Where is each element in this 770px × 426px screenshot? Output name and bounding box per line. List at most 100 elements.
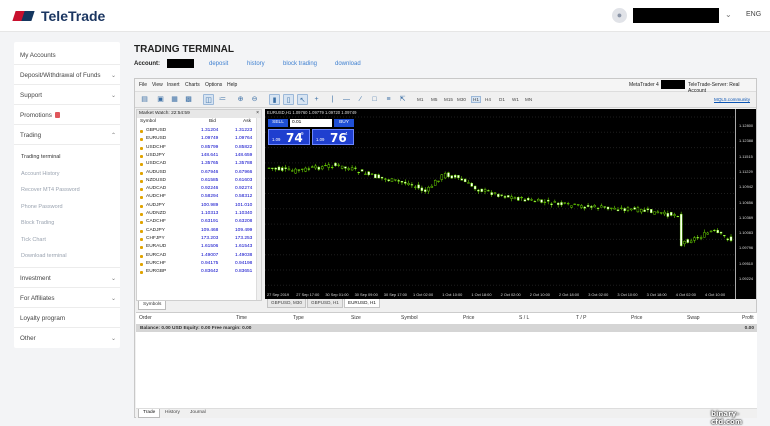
user-icon[interactable]: ● — [612, 8, 627, 23]
arrow-icon[interactable]: ⇱ — [397, 94, 408, 105]
new-chart-icon[interactable]: ▤ — [139, 94, 150, 105]
sell-price-box[interactable]: 1.09 74 9 — [268, 129, 310, 145]
sub-item-recover-password[interactable]: Recover MT4 Password — [21, 187, 80, 193]
market-watch-row[interactable]: USDCHF 0.85799 0.85822 — [137, 144, 255, 152]
col-time[interactable]: Time — [236, 315, 247, 321]
col-tp[interactable]: T / P — [576, 315, 586, 321]
market-watch-row[interactable]: EURCHF 0.94175 0.94198 — [137, 260, 255, 268]
tf-mn[interactable]: MN — [525, 97, 532, 102]
sub-item-tick-chart[interactable]: Tick Chart — [21, 237, 46, 243]
cursor-icon[interactable]: ↖ — [297, 94, 308, 105]
tab-history[interactable]: History — [161, 409, 184, 418]
tab-journal[interactable]: Journal — [186, 409, 210, 418]
market-watch-row[interactable]: CADJPY 109.468 109.499 — [137, 227, 255, 235]
market-watch-icon[interactable]: ◫ — [203, 94, 214, 105]
col-bid[interactable]: Bid — [209, 119, 216, 124]
sub-item-download-terminal[interactable]: Download terminal — [21, 253, 67, 259]
market-watch-row[interactable]: EURGBP 0.83642 0.83651 — [137, 268, 255, 276]
history-link[interactable]: history — [247, 61, 265, 67]
menu-options[interactable]: Options — [205, 82, 222, 88]
market-watch-row[interactable]: NZDUSD 0.61585 0.61603 — [137, 177, 255, 185]
tab-symbols[interactable]: Symbols — [138, 301, 167, 310]
market-watch-row[interactable]: AUDCHF 0.58294 0.58312 — [137, 193, 255, 201]
market-watch-row[interactable]: CADCHF 0.63191 0.63208 — [137, 218, 255, 226]
col-sl[interactable]: S / L — [519, 315, 529, 321]
sub-item-trading-terminal[interactable]: Trading terminal — [21, 154, 61, 160]
market-watch-row[interactable]: USDCAD 1.35765 1.35788 — [137, 160, 255, 168]
menu-charts[interactable]: Charts — [185, 82, 200, 88]
tf-m1[interactable]: M1 — [417, 97, 423, 102]
horizontal-line-icon[interactable]: — — [341, 94, 352, 105]
market-watch-row[interactable]: EURUSD 1.09749 1.09764 — [137, 135, 255, 143]
mql5-community-link[interactable]: MQL5.community — [714, 97, 750, 102]
market-watch-row[interactable]: AUDNZD 1.10313 1.10340 — [137, 210, 255, 218]
templates-icon[interactable]: ▦ — [169, 94, 180, 105]
user-name-redacted[interactable] — [633, 8, 719, 23]
col-type[interactable]: Type — [293, 315, 304, 321]
terminal-icon[interactable]: ≔ — [217, 94, 228, 105]
sub-item-block-trading[interactable]: Block Trading — [21, 220, 54, 226]
download-link[interactable]: download — [335, 61, 361, 67]
sidebar-item-my-accounts[interactable]: My Accounts — [20, 52, 118, 59]
menu-file[interactable]: File — [139, 82, 147, 88]
chart-tab-eurusd-h1[interactable]: EURUSD, H1 — [344, 299, 380, 308]
tf-d1[interactable]: D1 — [499, 97, 505, 102]
buy-button[interactable]: BUY — [334, 119, 354, 127]
bar-chart-icon[interactable]: ▮ — [269, 94, 280, 105]
market-watch-row[interactable]: USDJPY 148.641 148.659 — [137, 152, 255, 160]
sidebar-item-other[interactable]: Other ⌄ — [20, 335, 118, 342]
market-watch-row[interactable]: AUDJPY 100.989 101.010 — [137, 202, 255, 210]
market-watch-row[interactable]: AUDCAD 0.92246 0.92274 — [137, 185, 255, 193]
zoom-in-icon[interactable]: ⊕ — [235, 94, 246, 105]
block-trading-link[interactable]: block trading — [283, 61, 317, 67]
chart-tab-gbpusd-h1[interactable]: GBPUSD, H1 — [307, 299, 343, 308]
col-symbol[interactable]: Symbol — [401, 315, 418, 321]
market-watch-row[interactable]: EURCAD 1.49007 1.49038 — [137, 252, 255, 260]
sidebar-item-support[interactable]: Support ⌄ — [20, 92, 118, 99]
sidebar-item-investment[interactable]: Investment ⌄ — [20, 275, 118, 282]
col-price[interactable]: Price — [463, 315, 474, 321]
tab-trade[interactable]: Trade — [138, 409, 161, 418]
tf-h1[interactable]: H1 — [471, 96, 481, 103]
market-watch-row[interactable]: GBPUSD 1.31204 1.31223 — [137, 127, 255, 135]
col-profit[interactable]: Profit — [742, 315, 754, 321]
sub-item-phone-password[interactable]: Phone Password — [21, 204, 63, 210]
trendline-icon[interactable]: ∕ — [355, 94, 366, 105]
tf-m30[interactable]: M30 — [457, 97, 466, 102]
col-ask[interactable]: Ask — [243, 119, 251, 124]
crosshair-icon[interactable]: + — [311, 94, 322, 105]
market-watch-row[interactable]: CHFJPY 173.203 173.253 — [137, 235, 255, 243]
sell-button[interactable]: SELL — [268, 119, 288, 127]
menu-view[interactable]: View — [152, 82, 163, 88]
sidebar-item-promotions[interactable]: Promotions — [20, 112, 118, 119]
col-symbol[interactable]: Symbol — [140, 119, 156, 124]
sub-item-account-history[interactable]: Account History — [21, 171, 60, 177]
close-icon[interactable]: × — [256, 110, 259, 116]
zoom-out-icon[interactable]: ⊖ — [249, 94, 260, 105]
teletrade-logo[interactable]: TeleTrade — [12, 8, 105, 24]
col-price-current[interactable]: Price — [631, 315, 642, 321]
menu-insert[interactable]: Insert — [167, 82, 180, 88]
col-swap[interactable]: Swap — [687, 315, 700, 321]
price-chart[interactable]: EURUSD,H1 1.09760 1.09779 1.09720 1.0974… — [265, 109, 756, 299]
tf-m15[interactable]: M15 — [444, 97, 453, 102]
sidebar-item-loyalty[interactable]: Loyalty program — [20, 315, 118, 322]
tf-m5[interactable]: M5 — [431, 97, 437, 102]
sidebar-item-deposit[interactable]: Deposit/Withdrawal of Funds ⌄ — [20, 72, 118, 79]
fibonacci-icon[interactable]: ≡ — [383, 94, 394, 105]
menu-help[interactable]: Help — [227, 82, 237, 88]
sidebar-item-trading[interactable]: Trading ⌃ — [20, 132, 118, 139]
vertical-line-icon[interactable]: | — [327, 94, 338, 105]
market-watch-row[interactable]: AUDUSD 0.67946 0.67966 — [137, 169, 255, 177]
market-watch-scrollbar[interactable] — [256, 118, 261, 300]
navigator-icon[interactable]: ▩ — [183, 94, 194, 105]
chart-tab-gbpusd-m30[interactable]: GBPUSD, M30 — [267, 299, 306, 308]
text-label-icon[interactable]: □ — [369, 94, 380, 105]
language-selector[interactable]: ENG — [746, 11, 761, 18]
sidebar-item-affiliates[interactable]: For Affiliates ⌄ — [20, 295, 118, 302]
buy-price-box[interactable]: 1.09 76 4 — [312, 129, 354, 145]
chevron-down-icon[interactable]: ⌄ — [725, 10, 732, 19]
tf-h4[interactable]: H4 — [485, 97, 491, 102]
deposit-link[interactable]: deposit — [209, 61, 228, 67]
lot-size-input[interactable]: 0.01 — [290, 119, 332, 127]
